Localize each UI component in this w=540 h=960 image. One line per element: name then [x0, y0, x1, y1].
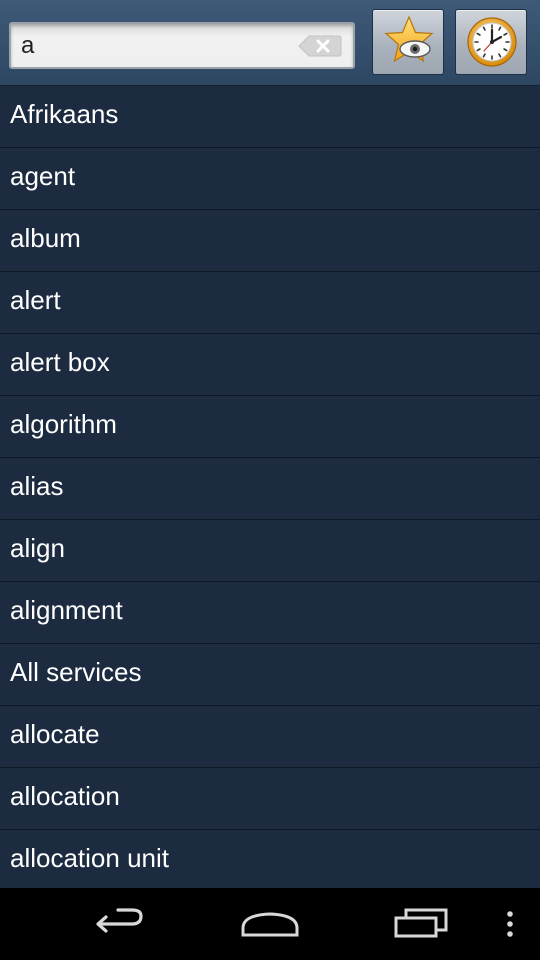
list-item[interactable]: allocate	[0, 706, 540, 768]
list-item[interactable]: algorithm	[0, 396, 540, 458]
clock-icon	[467, 17, 517, 67]
recent-apps-button[interactable]	[380, 888, 460, 960]
favorites-button[interactable]	[372, 9, 444, 75]
word-label: Afrikaans	[10, 99, 119, 129]
list-item[interactable]: agent	[0, 148, 540, 210]
search-toolbar	[0, 0, 540, 86]
word-label: album	[10, 223, 81, 253]
word-label: alias	[10, 471, 64, 501]
home-icon	[241, 912, 299, 937]
overflow-menu-icon	[507, 911, 513, 937]
word-label: allocation unit	[10, 843, 169, 873]
word-label: agent	[10, 161, 76, 191]
list-item[interactable]: align	[0, 520, 540, 582]
app-screen: Afrikaans agent album alert alert box al…	[0, 0, 540, 960]
back-arrow-icon	[96, 908, 143, 933]
list-item[interactable]: All services	[0, 644, 540, 706]
recent-apps-icon	[394, 908, 448, 938]
backspace-clear-icon[interactable]	[297, 34, 343, 58]
word-label: align	[10, 533, 65, 563]
list-item[interactable]: album	[0, 210, 540, 272]
home-button[interactable]	[230, 888, 310, 960]
word-label: alert	[10, 285, 61, 315]
word-label: alert box	[10, 347, 110, 377]
word-label: algorithm	[10, 409, 117, 439]
back-button[interactable]	[80, 888, 160, 960]
list-item[interactable]: alert	[0, 272, 540, 334]
history-button[interactable]	[455, 9, 527, 75]
search-input[interactable]	[21, 24, 291, 67]
star-eye-icon	[384, 15, 434, 63]
list-item[interactable]: alignment	[0, 582, 540, 644]
overflow-menu-button[interactable]	[494, 888, 528, 960]
list-item[interactable]: alias	[0, 458, 540, 520]
list-item[interactable]: Afrikaans	[0, 86, 540, 148]
search-box[interactable]	[9, 22, 355, 69]
list-item[interactable]: allocation unit	[0, 830, 540, 888]
word-label: allocate	[10, 719, 100, 749]
list-item[interactable]: allocation	[0, 768, 540, 830]
word-label: All services	[10, 657, 142, 687]
word-list: Afrikaans agent album alert alert box al…	[0, 86, 540, 888]
list-item[interactable]: alert box	[0, 334, 540, 396]
word-label: alignment	[10, 595, 123, 625]
word-label: allocation	[10, 781, 120, 811]
system-navigation-bar	[0, 888, 540, 960]
